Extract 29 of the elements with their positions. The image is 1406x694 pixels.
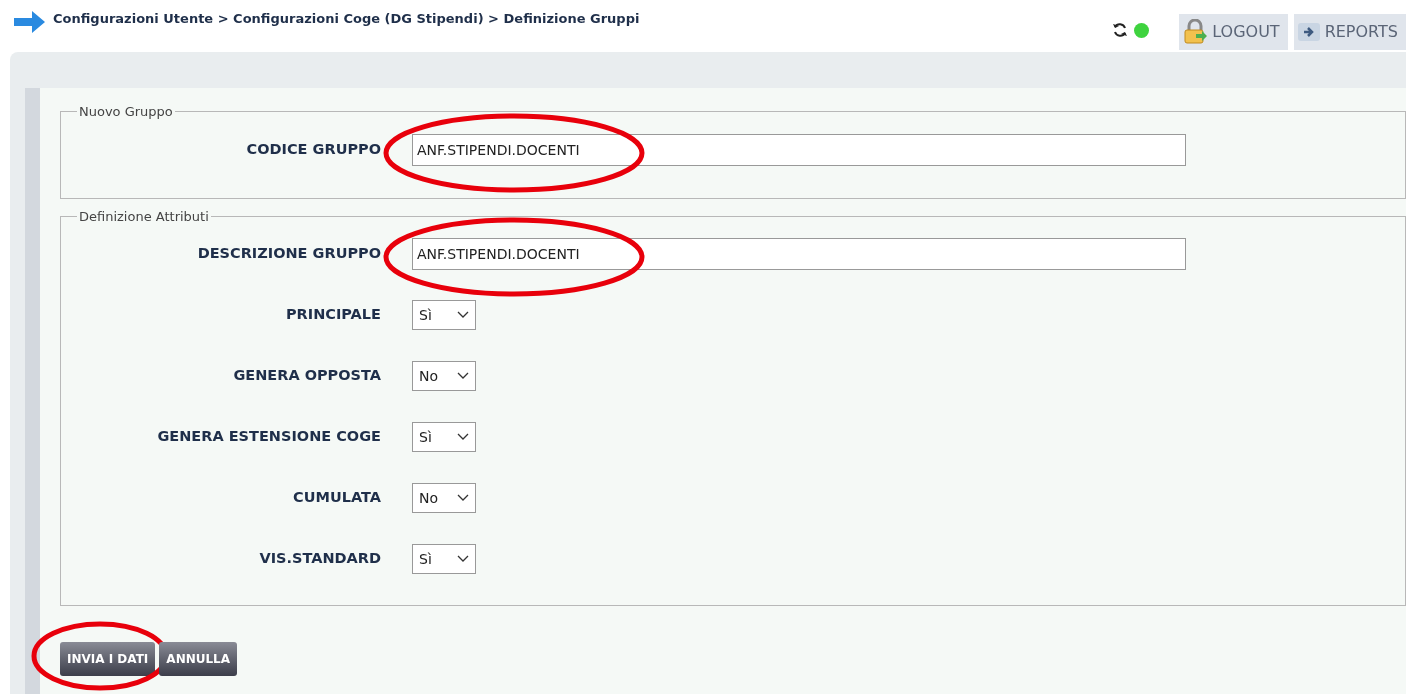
chevron-icon — [457, 433, 469, 441]
field-label: DESCRIZIONE GRUPPO — [196, 244, 381, 264]
header-button[interactable]: LOGOUT — [1179, 14, 1288, 50]
field-label: GENERA ESTENSIONE COGE — [156, 427, 381, 447]
dropdown[interactable]: Sì — [412, 300, 476, 330]
padlock-icon — [1182, 19, 1209, 45]
text-field[interactable]: ANF.STIPENDI.DOCENTI — [412, 238, 1186, 270]
chevron-icon — [457, 555, 469, 563]
action-button[interactable]: ANNULLA — [159, 642, 238, 676]
field-label: VIS.STANDARD — [258, 549, 381, 569]
dropdown[interactable]: Sì — [412, 422, 476, 452]
field-label: CUMULATA — [292, 488, 381, 508]
dropdown[interactable]: No — [412, 483, 476, 513]
header-button[interactable]: REPORTS — [1293, 14, 1406, 50]
action-button[interactable]: INVIA I DATI — [60, 642, 156, 676]
chevron-icon — [457, 494, 469, 502]
refresh-icon[interactable] — [1112, 22, 1129, 38]
chevron-icon — [457, 372, 469, 380]
arrow-icon — [12, 10, 46, 34]
field-label: PRINCIPALE — [284, 305, 381, 325]
field-label: CODICE GRUPPO — [245, 139, 381, 159]
chevron-icon — [457, 311, 469, 319]
group-legend: Definizione Attributi — [77, 206, 211, 226]
field-label: GENERA OPPOSTA — [232, 366, 381, 386]
breadcrumb: Configurazioni Utente > Configurazioni Coge (DG Stipendi) > Definizione Gruppi — [53, 10, 640, 28]
text-field[interactable]: ANF.STIPENDI.DOCENTI — [412, 133, 1186, 166]
group-legend: Nuovo Gruppo — [77, 102, 175, 122]
dropdown[interactable]: No — [412, 361, 476, 391]
dropdown[interactable]: Sì — [412, 544, 476, 574]
